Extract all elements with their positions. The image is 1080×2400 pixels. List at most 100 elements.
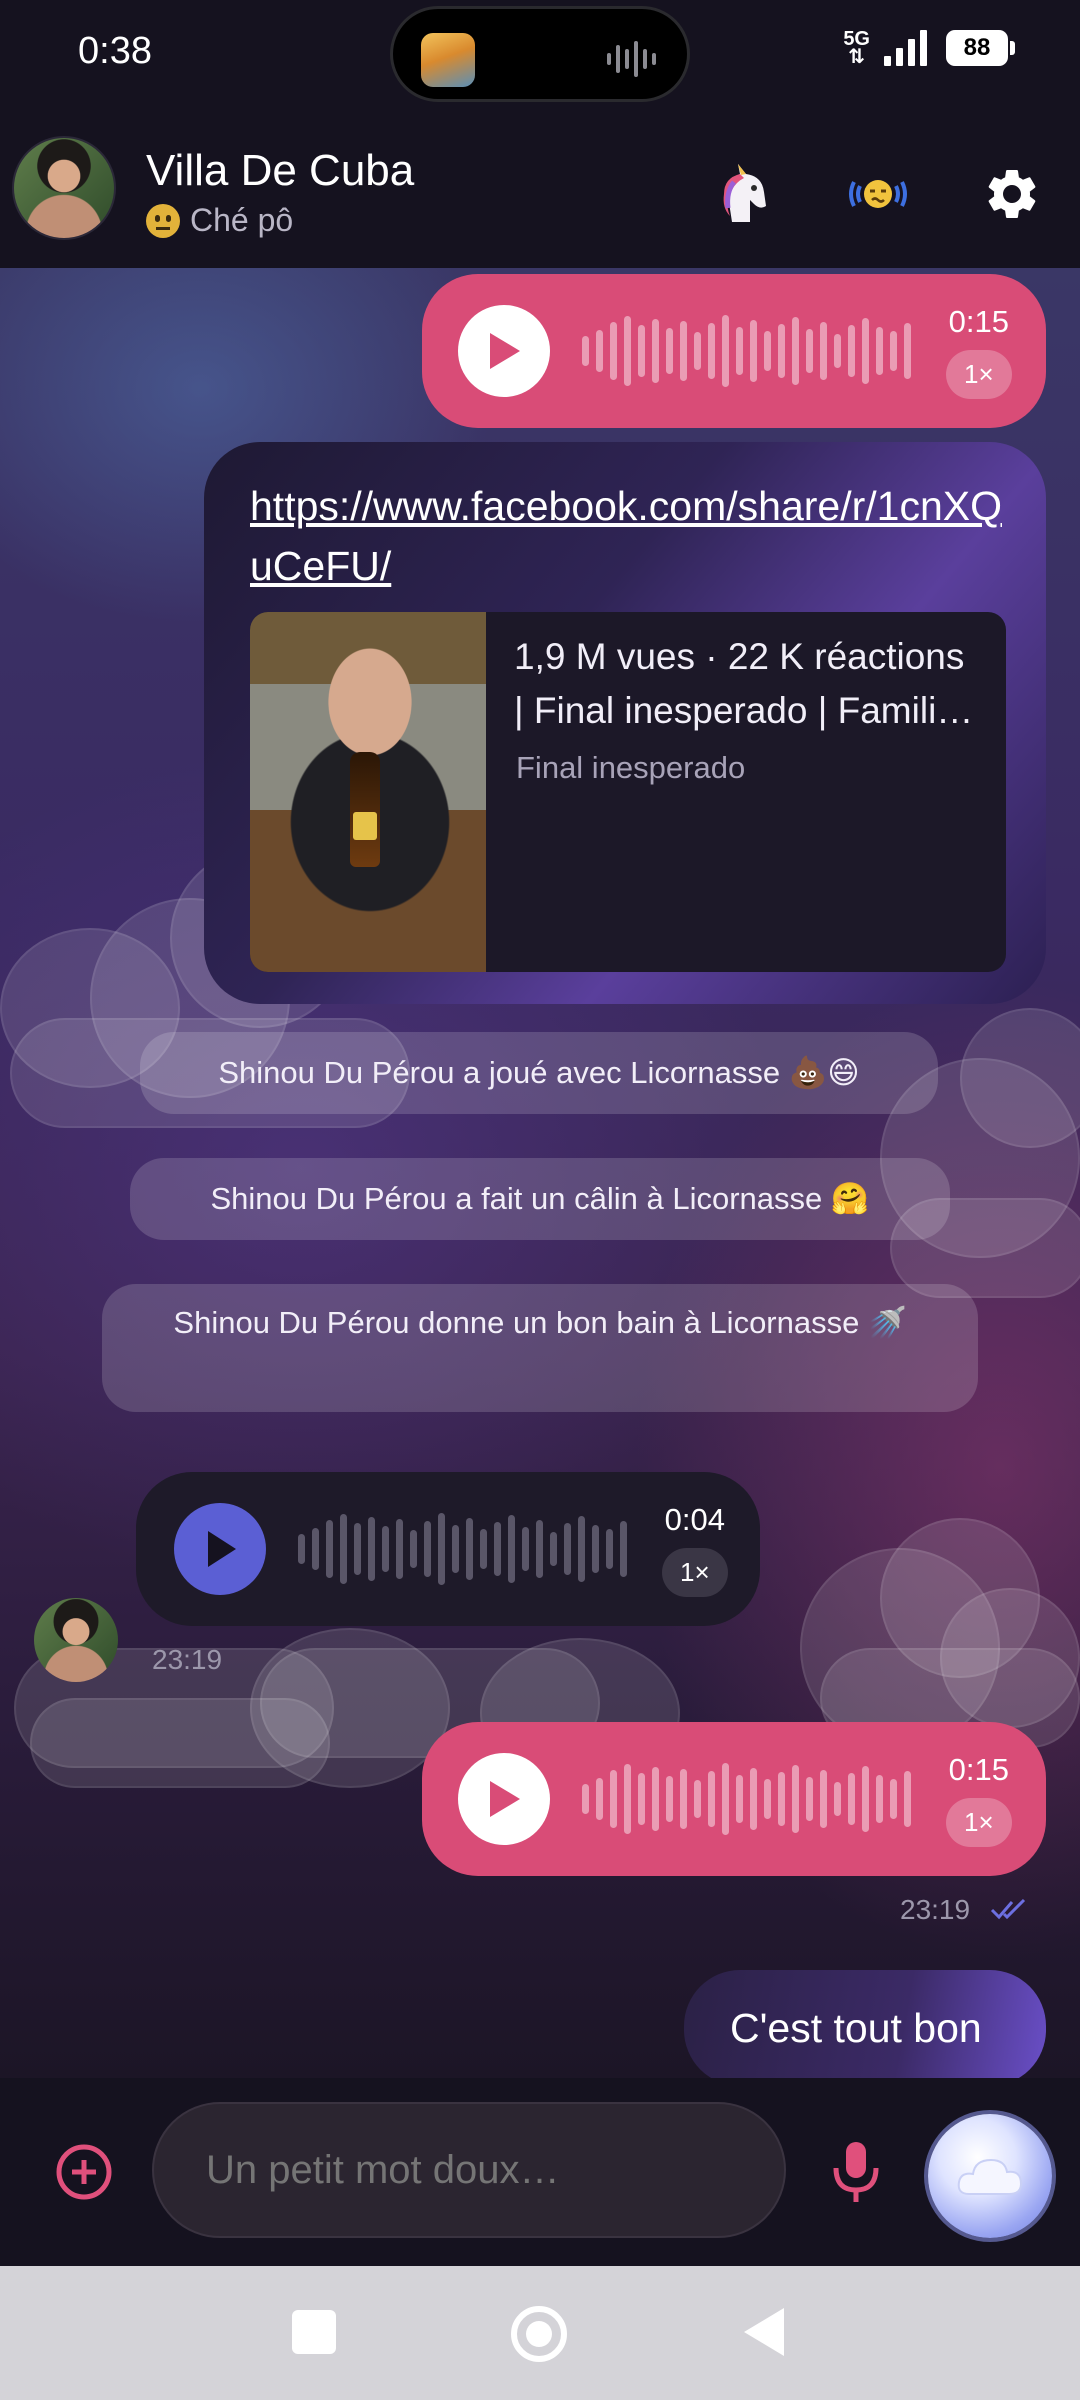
vibrate-button[interactable] <box>838 154 918 234</box>
bottle-image <box>350 752 380 867</box>
play-button[interactable] <box>458 1753 550 1845</box>
preview-description: Final inesperado <box>516 750 746 785</box>
waveform-bar <box>312 1528 319 1570</box>
waveform-bar <box>592 1525 599 1573</box>
waveform-bar <box>340 1514 347 1584</box>
play-button[interactable] <box>458 305 550 397</box>
battery-icon: 88 <box>946 30 1015 66</box>
waveform-bar <box>792 1765 799 1833</box>
playback-speed-button[interactable]: 1× <box>662 1547 728 1597</box>
voice-duration: 0:15 <box>948 303 1009 339</box>
waveform-bar <box>582 336 589 366</box>
unicorn-button[interactable] <box>702 154 782 234</box>
play-icon <box>490 1781 520 1817</box>
voice-meta: 0:15 1× <box>946 1752 1012 1847</box>
waveform[interactable] <box>298 1509 640 1589</box>
add-icon[interactable] <box>54 2142 114 2202</box>
message-time: 23:19 <box>152 1644 223 1675</box>
preview-thumbnail <box>250 612 486 972</box>
waveform-bar <box>736 327 743 375</box>
play-icon <box>490 333 520 369</box>
waveform[interactable] <box>582 311 924 391</box>
preview-title-line: | Final inesperado | Famili… <box>514 690 974 731</box>
chat-area[interactable]: 0:15 1× https://www.facebook.com/share/r… <box>0 268 1080 2078</box>
waveform-bar <box>652 1767 659 1831</box>
waveform-bar <box>904 323 911 379</box>
waveform-bar <box>820 1770 827 1828</box>
link-message[interactable]: https://www.facebook.com/share/r/1cnXQuC… <box>204 442 1046 1004</box>
message-input[interactable] <box>152 2102 786 2238</box>
waveform-bar <box>750 1768 757 1830</box>
playback-speed-button[interactable]: 1× <box>946 1797 1012 1847</box>
sender-avatar[interactable] <box>34 1598 118 1682</box>
recents-button[interactable] <box>292 2310 336 2354</box>
vibrate-face-icon <box>849 180 907 208</box>
audio-wave-icon <box>607 41 656 77</box>
waveform-bar <box>424 1521 431 1577</box>
voice-message-incoming[interactable]: 0:04 1× <box>136 1472 760 1626</box>
waveform-bar <box>354 1523 361 1575</box>
microphone-icon[interactable] <box>826 2138 886 2208</box>
chat-header: Villa De Cuba Ché pô <box>0 120 1080 268</box>
system-message: Shinou Du Pérou donne un bon bain à Lico… <box>102 1284 978 1412</box>
playback-speed-button[interactable]: 1× <box>946 349 1012 399</box>
play-button[interactable] <box>174 1503 266 1595</box>
chat-title[interactable]: Villa De Cuba <box>146 146 414 196</box>
voice-duration: 0:15 <box>948 1751 1009 1787</box>
system-message: Shinou Du Pérou a fait un câlin à Licorn… <box>130 1158 950 1240</box>
waveform-bar <box>638 325 645 377</box>
waveform-bar <box>396 1519 403 1579</box>
send-button[interactable] <box>928 2114 1052 2238</box>
voice-duration: 0:04 <box>664 1501 725 1537</box>
waveform-bar <box>708 323 715 379</box>
waveform-bar <box>876 1775 883 1823</box>
waveform-bar <box>722 1763 729 1835</box>
waveform-bar <box>610 1770 617 1828</box>
waveform-bar <box>620 1521 627 1577</box>
waveform-bar <box>438 1513 445 1585</box>
home-button[interactable] <box>511 2306 567 2362</box>
preview-title-line: 1,9 M vues · 22 K réactions <box>514 636 965 677</box>
waveform-bar <box>508 1515 515 1583</box>
waveform-bar <box>624 316 631 386</box>
waveform-bar <box>624 1764 631 1834</box>
waveform-bar <box>666 1776 673 1822</box>
waveform-bar <box>452 1525 459 1573</box>
composer-bar <box>0 2078 1080 2266</box>
waveform-bar <box>410 1530 417 1568</box>
unicorn-icon <box>723 164 766 222</box>
avatar[interactable] <box>12 136 116 240</box>
dynamic-island[interactable] <box>390 6 690 102</box>
link-preview[interactable]: 1,9 M vues · 22 K réactions | Final ines… <box>250 612 1006 972</box>
waveform-bar <box>326 1520 333 1578</box>
waveform-bar <box>494 1522 501 1576</box>
chat-subtitle: Ché pô <box>146 202 293 239</box>
waveform-bar <box>694 332 701 370</box>
waveform-bar <box>778 1772 785 1826</box>
waveform-bar <box>480 1529 487 1569</box>
waveform-bar <box>610 322 617 380</box>
message-time: 23:19 <box>900 1894 971 1925</box>
settings-button[interactable] <box>972 154 1052 234</box>
play-icon <box>208 1531 236 1567</box>
message-link[interactable]: https://www.facebook.com/share/r/1cnXQuC… <box>250 476 1010 596</box>
waveform-bar <box>368 1517 375 1581</box>
waveform-bar <box>666 328 673 374</box>
waveform-bar <box>778 324 785 378</box>
waveform-bar <box>750 320 757 382</box>
voice-message-outgoing[interactable]: 0:15 1× <box>422 1722 1046 1876</box>
waveform[interactable] <box>582 1759 924 1839</box>
waveform-bar <box>806 329 813 373</box>
waveform-bar <box>652 319 659 383</box>
waveform-bar <box>536 1520 543 1578</box>
voice-message-outgoing[interactable]: 0:15 1× <box>422 274 1046 428</box>
text-message-outgoing[interactable]: C'est tout bon <box>684 1970 1046 2078</box>
waveform-bar <box>848 1773 855 1825</box>
waveform-bar <box>564 1523 571 1575</box>
status-indicators: 5G ⇅ 88 <box>843 29 1015 67</box>
waveform-bar <box>876 327 883 375</box>
waveform-bar <box>680 321 687 381</box>
media-thumbnail <box>421 33 475 87</box>
waveform-bar <box>792 317 799 385</box>
back-button[interactable] <box>744 2308 784 2356</box>
